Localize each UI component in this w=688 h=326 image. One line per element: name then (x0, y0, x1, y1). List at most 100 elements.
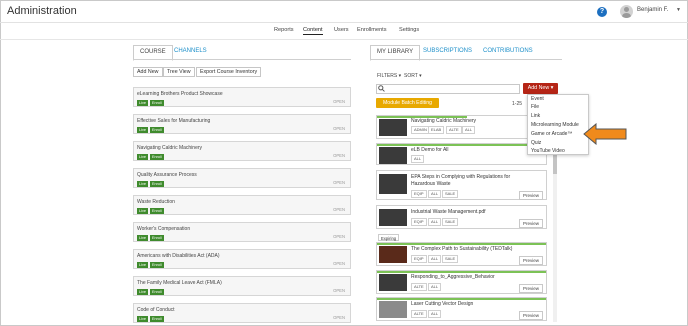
item-thumbnail (379, 119, 407, 136)
callout-arrow-icon (582, 122, 628, 150)
user-name[interactable]: Benjamin F. (637, 7, 668, 13)
list-item[interactable]: Waste Reduction Live Enroll OPEN (133, 195, 351, 215)
course-title: eLearning Brothers Product Showcase (137, 91, 223, 97)
add-new-course-button[interactable]: Add New (133, 67, 163, 77)
open-link[interactable]: OPEN (333, 234, 345, 239)
open-link[interactable]: OPEN (333, 99, 345, 104)
status-badge: Live (137, 289, 148, 295)
help-icon[interactable]: ? (597, 7, 607, 17)
header-divider (0, 22, 688, 23)
preview-button[interactable]: Preview (518, 311, 543, 320)
add-new-button[interactable]: Add New ▾ (523, 83, 558, 94)
course-title: Effective Sales for Manufacturing (137, 118, 211, 124)
tag-badge: SALE (442, 255, 459, 263)
export-course-inventory-button[interactable]: Export Course Inventory (196, 67, 262, 77)
list-item[interactable]: Effective Sales for Manufacturing Live E… (133, 114, 351, 134)
avatar[interactable] (620, 5, 633, 18)
menu-item-microlearning-module[interactable]: Microlearning Module (531, 122, 579, 128)
tree-view-button[interactable]: Tree View (163, 67, 195, 77)
status-badge: Live (137, 100, 148, 106)
menu-item-youtube-video[interactable]: YouTube Video (531, 148, 565, 154)
tag-badge: ELAB (428, 126, 445, 134)
tag-badge: EQIP (411, 218, 427, 226)
progress-bar (377, 298, 546, 300)
module-batch-editing-button[interactable]: Module Batch Editing (376, 98, 439, 108)
search-input[interactable] (376, 84, 520, 94)
chevron-down-icon[interactable]: ▼ (676, 7, 681, 13)
open-link[interactable]: OPEN (333, 207, 345, 212)
nav-content[interactable]: Content (303, 27, 323, 35)
sort-dropdown[interactable]: SORT ▾ (404, 73, 422, 79)
nav-settings[interactable]: Settings (399, 27, 419, 33)
status-badge: Live (137, 181, 148, 187)
status-badge: Enroll (150, 127, 164, 133)
list-item[interactable]: Responding_to_Aggressive_Behavior ALTE A… (376, 270, 547, 294)
status-badge: Live (137, 316, 148, 322)
status-badge: Live (137, 154, 148, 160)
menu-item-quiz[interactable]: Quiz (531, 140, 541, 146)
open-link[interactable]: OPEN (333, 315, 345, 320)
menu-item-file[interactable]: File (531, 104, 539, 110)
progress-bar (377, 271, 546, 273)
menu-item-game-or-arcade[interactable]: Game or Arcade™ (531, 131, 572, 137)
course-title: Navigating Caldric Machinery (137, 145, 203, 151)
preview-button[interactable]: Preview (518, 284, 543, 293)
left-tab-divider (133, 59, 351, 60)
open-link[interactable]: OPEN (333, 126, 345, 131)
tab-subscriptions[interactable]: SUBSCRIPTIONS (423, 48, 472, 54)
status-badge: Live (137, 235, 148, 241)
list-item[interactable]: Navigating Caldric Machinery Live Enroll… (133, 141, 351, 161)
list-item[interactable]: Worker's Compensation Live Enroll OPEN (133, 222, 351, 242)
tag-badge: SALE (442, 190, 459, 198)
tag-badge: SALE (442, 218, 459, 226)
course-title: Code of Conduct (137, 307, 175, 313)
item-title: EPA Steps in Complying with Regulations … (411, 174, 511, 187)
menu-item-event[interactable]: Event (531, 96, 544, 102)
item-title: eLB Demo for All (411, 147, 449, 153)
item-thumbnail (379, 246, 407, 263)
list-item[interactable]: Industrial Waste Management.pdf EQIP ALL… (376, 205, 547, 229)
tag-badge: ALL (462, 126, 476, 134)
status-badge: Enroll (150, 316, 164, 322)
item-title: Laser Cutting Vector Design (411, 301, 474, 307)
progress-bar (377, 144, 546, 146)
course-title: Waste Reduction (137, 199, 175, 205)
tag-badge: ALL (411, 155, 425, 163)
list-item[interactable]: Americans with Disabilities Act (ADA) Li… (133, 249, 351, 269)
course-title: Worker's Compensation (137, 226, 191, 232)
list-item[interactable]: Code of Conduct Live Enroll OPEN (133, 303, 351, 323)
open-link[interactable]: OPEN (333, 180, 345, 185)
list-item[interactable]: The Complex Path to Sustainability (TEDT… (376, 242, 547, 266)
status-badge: Enroll (150, 235, 164, 241)
status-badge: Enroll (150, 100, 164, 106)
search-icon (378, 85, 385, 94)
tag-badge: ALTE (446, 126, 462, 134)
list-item[interactable]: eLB Demo for All ALL (376, 143, 547, 165)
item-thumbnail (379, 301, 407, 318)
open-link[interactable]: OPEN (333, 153, 345, 158)
nav-users[interactable]: Users (334, 27, 349, 33)
open-link[interactable]: OPEN (333, 288, 345, 293)
list-item[interactable]: Laser Cutting Vector Design ALTE ALL Pre… (376, 297, 547, 321)
tag-badge: ALL (428, 283, 442, 291)
filters-dropdown[interactable]: FILTERS ▾ (377, 73, 401, 79)
status-badge: Enroll (150, 208, 164, 214)
list-item[interactable]: The Family Medical Leave Act (FMLA) Live… (133, 276, 351, 296)
tag-badge: ALL (428, 218, 442, 226)
list-item[interactable]: eLearning Brothers Product Showcase Live… (133, 87, 351, 107)
tab-channels[interactable]: CHANNELS (174, 48, 207, 54)
nav-reports[interactable]: Reports (274, 27, 294, 33)
list-item[interactable]: Navigating Caldric Machinery ADMIN ELAB … (376, 115, 547, 139)
item-thumbnail (379, 274, 407, 291)
nav-enrollments[interactable]: Enrollments (357, 27, 387, 33)
open-link[interactable]: OPEN (333, 261, 345, 266)
list-item[interactable]: EPA Steps in Complying with Regulations … (376, 170, 547, 200)
tab-contributions[interactable]: CONTRIBUTIONS (483, 48, 533, 54)
list-item[interactable]: Quality Assurance Process Live Enroll OP… (133, 168, 351, 188)
status-badge: Enroll (150, 154, 164, 160)
menu-item-link[interactable]: Link (531, 113, 540, 119)
item-title: Responding_to_Aggressive_Behavior (411, 274, 495, 280)
preview-button[interactable]: Preview (518, 219, 543, 228)
preview-button[interactable]: Preview (518, 191, 543, 200)
preview-button[interactable]: Preview (518, 256, 543, 265)
